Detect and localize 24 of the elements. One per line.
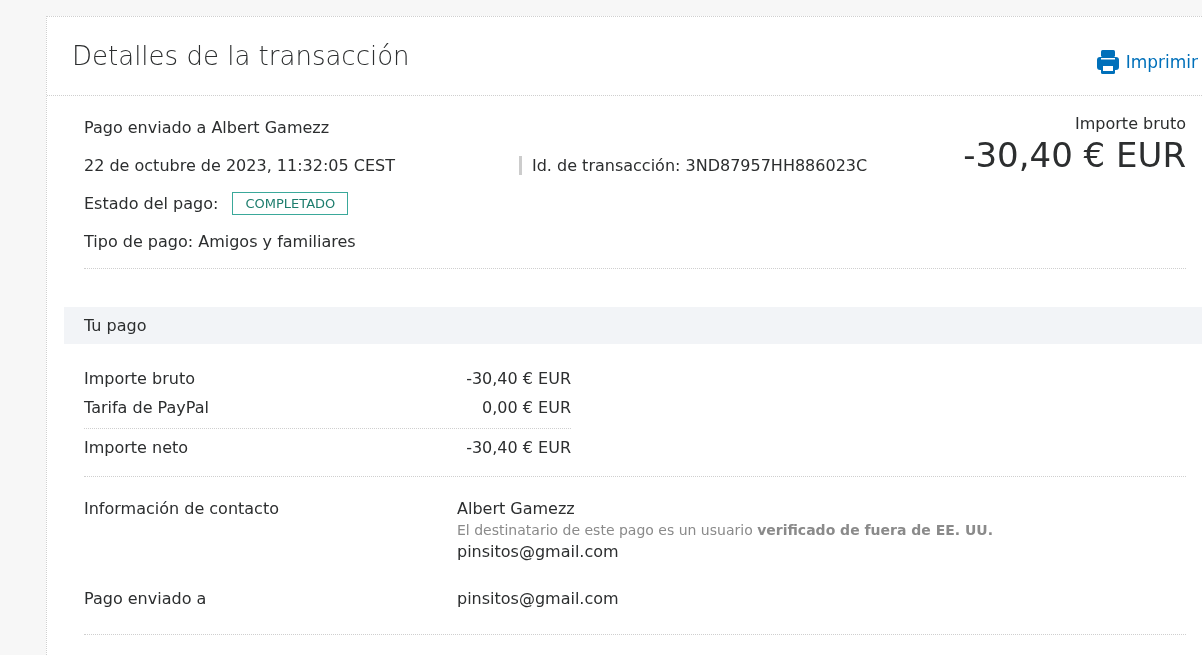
amount-row-label: Importe bruto [84,369,195,388]
amount-row-label: Tarifa de PayPal [84,398,209,417]
section-heading: Tu pago [64,307,1202,344]
contact-email: pinsitos@gmail.com [457,542,620,561]
contact-name: Albert Gamezz [457,499,576,518]
status-badge: COMPLETADO [232,191,349,215]
sent-to-email: pinsitos@gmail.com [457,589,620,608]
page-title: Detalles de la transacción [72,41,410,71]
amount-row-label: Importe neto [84,438,189,457]
amount-row-value: -30,40 € EUR [466,438,571,457]
date-text: 22 de octubre de 2023, 11:32:05 CEST [84,155,395,175]
status-label: Estado del pago: [84,193,219,213]
amount-value: -30,40 € EUR [963,135,1186,175]
recipient-text: Pago enviado a Albert Gamezz [84,117,330,137]
payment-type: Tipo de pago: Amigos y familiares [84,231,356,251]
amount-label: Importe bruto [1075,114,1186,133]
amount-row-value: 0,00 € EUR [482,398,571,417]
printer-icon [1095,49,1120,75]
transaction-id: Id. de transacción: 3ND87957HH886023C [519,155,868,175]
sent-to-label: Pago enviado a [84,589,208,608]
print-link[interactable]: Imprimir [1095,49,1198,75]
verification-note: El destinatario de este pago es un usuario verificado de fuera de EE. UU. [457,522,995,538]
contact-label: Información de contacto [84,499,280,520]
amount-row-value: -30,40 € EUR [466,369,571,388]
